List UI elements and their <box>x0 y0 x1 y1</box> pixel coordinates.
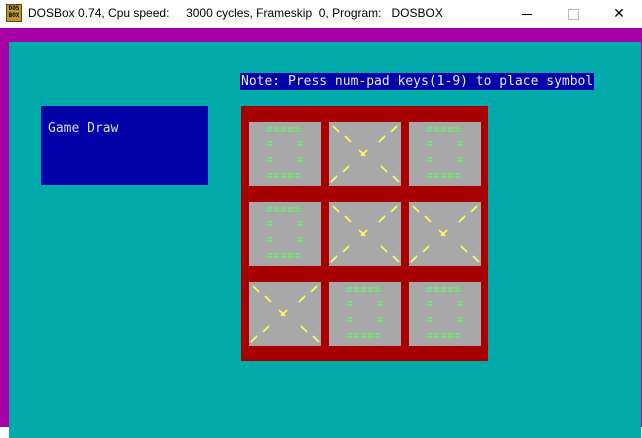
dosbox-icon[interactable]: DOS BOX <box>6 4 22 22</box>
tic-tac-toe-board <box>241 106 488 361</box>
x-mark <box>330 125 400 183</box>
close-button[interactable]: ✕ <box>596 0 642 28</box>
o-mark <box>267 207 303 258</box>
close-icon: ✕ <box>613 6 625 22</box>
board-cell[interactable] <box>409 122 481 186</box>
o-mark <box>347 287 383 338</box>
board-cell[interactable] <box>329 282 401 346</box>
board-cell[interactable] <box>249 282 321 346</box>
x-mark <box>410 205 480 263</box>
board-cell[interactable] <box>409 282 481 346</box>
board-cell[interactable] <box>249 122 321 186</box>
minimize-icon <box>522 13 532 15</box>
o-mark <box>267 127 303 178</box>
board-cell[interactable] <box>249 202 321 266</box>
maximize-button[interactable] <box>550 0 596 28</box>
maximize-icon <box>567 8 579 20</box>
board-cell[interactable] <box>329 202 401 266</box>
o-mark <box>427 287 463 338</box>
window-title-bar[interactable]: DOS BOX DOSBox 0.74, Cpu speed: 3000 cyc… <box>0 0 642 28</box>
instruction-note: Note: Press num-pad keys(1-9) to place s… <box>240 73 595 90</box>
app-icon-text: DOS BOX <box>8 5 20 19</box>
x-mark <box>330 205 400 263</box>
minimize-button[interactable] <box>504 0 550 28</box>
game-status-text: Game Draw <box>48 121 119 136</box>
board-cell[interactable] <box>329 122 401 186</box>
o-mark <box>427 127 463 178</box>
x-mark <box>250 285 320 343</box>
game-status-panel <box>41 106 208 185</box>
window-title: DOSBox 0.74, Cpu speed: 3000 cycles, Fra… <box>28 6 443 20</box>
board-cell[interactable] <box>409 202 481 266</box>
